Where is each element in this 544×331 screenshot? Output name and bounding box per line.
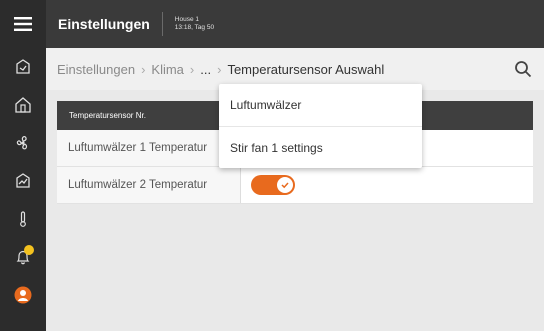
sidebar-item-statistics[interactable] xyxy=(0,162,46,200)
breadcrumb-dropdown: Luftumwälzer Stir fan 1 settings xyxy=(219,84,422,168)
column-header-sensor: Temperatursensor Nr. xyxy=(69,111,146,120)
sidebar xyxy=(0,0,46,331)
house-name: House 1 xyxy=(174,16,200,23)
sidebar-item-climate[interactable] xyxy=(0,124,46,162)
dropdown-item-stir-fan-settings[interactable]: Stir fan 1 settings xyxy=(219,126,422,168)
breadcrumb-separator: › xyxy=(141,61,146,77)
thermometer-icon xyxy=(20,211,26,227)
sidebar-item-sensors[interactable] xyxy=(0,200,46,238)
menu-icon xyxy=(14,17,32,31)
sidebar-item-house[interactable] xyxy=(0,86,46,124)
breadcrumb-separator: › xyxy=(217,61,222,77)
check-icon xyxy=(281,182,289,189)
row-value xyxy=(241,167,533,203)
breadcrumb-item-settings[interactable]: Einstellungen xyxy=(57,62,135,77)
sidebar-item-alarms[interactable] xyxy=(0,238,46,276)
dashboard-icon xyxy=(16,59,30,74)
dropdown-item-air-circulator[interactable]: Luftumwälzer xyxy=(219,84,422,126)
breadcrumb-current: Temperatursensor Auswahl xyxy=(227,61,385,77)
house-icon xyxy=(15,97,31,113)
fan-icon xyxy=(16,135,28,150)
chart-icon xyxy=(16,173,30,188)
breadcrumb-overflow-button[interactable]: ... xyxy=(200,62,211,77)
sensor-toggle[interactable] xyxy=(251,175,295,195)
breadcrumb-separator: › xyxy=(189,61,195,77)
menu-button[interactable] xyxy=(0,0,46,48)
header-divider xyxy=(161,12,163,36)
top-header: Einstellungen House 1 13:18, Tag 50 xyxy=(46,0,544,48)
notification-badge xyxy=(24,245,34,255)
toggle-knob xyxy=(277,177,293,193)
sidebar-item-user[interactable] xyxy=(0,276,46,314)
app-window: Einstellungen House 1 13:18, Tag 50 Eins… xyxy=(0,0,544,331)
search-icon[interactable] xyxy=(514,60,532,78)
breadcrumb-item-climate[interactable]: Klima xyxy=(151,62,184,77)
row-label: Luftumwälzer 1 Temperatur xyxy=(57,130,241,166)
row-label: Luftumwälzer 2 Temperatur xyxy=(57,167,241,203)
house-time: 13:18, Tag 50 xyxy=(174,24,215,31)
sidebar-item-dashboard[interactable] xyxy=(0,48,46,86)
page-title: Einstellungen xyxy=(58,16,150,32)
avatar-icon xyxy=(14,286,32,304)
house-info[interactable]: House 1 13:18, Tag 50 xyxy=(175,16,214,32)
table-row: Luftumwälzer 2 Temperatur xyxy=(57,167,533,204)
